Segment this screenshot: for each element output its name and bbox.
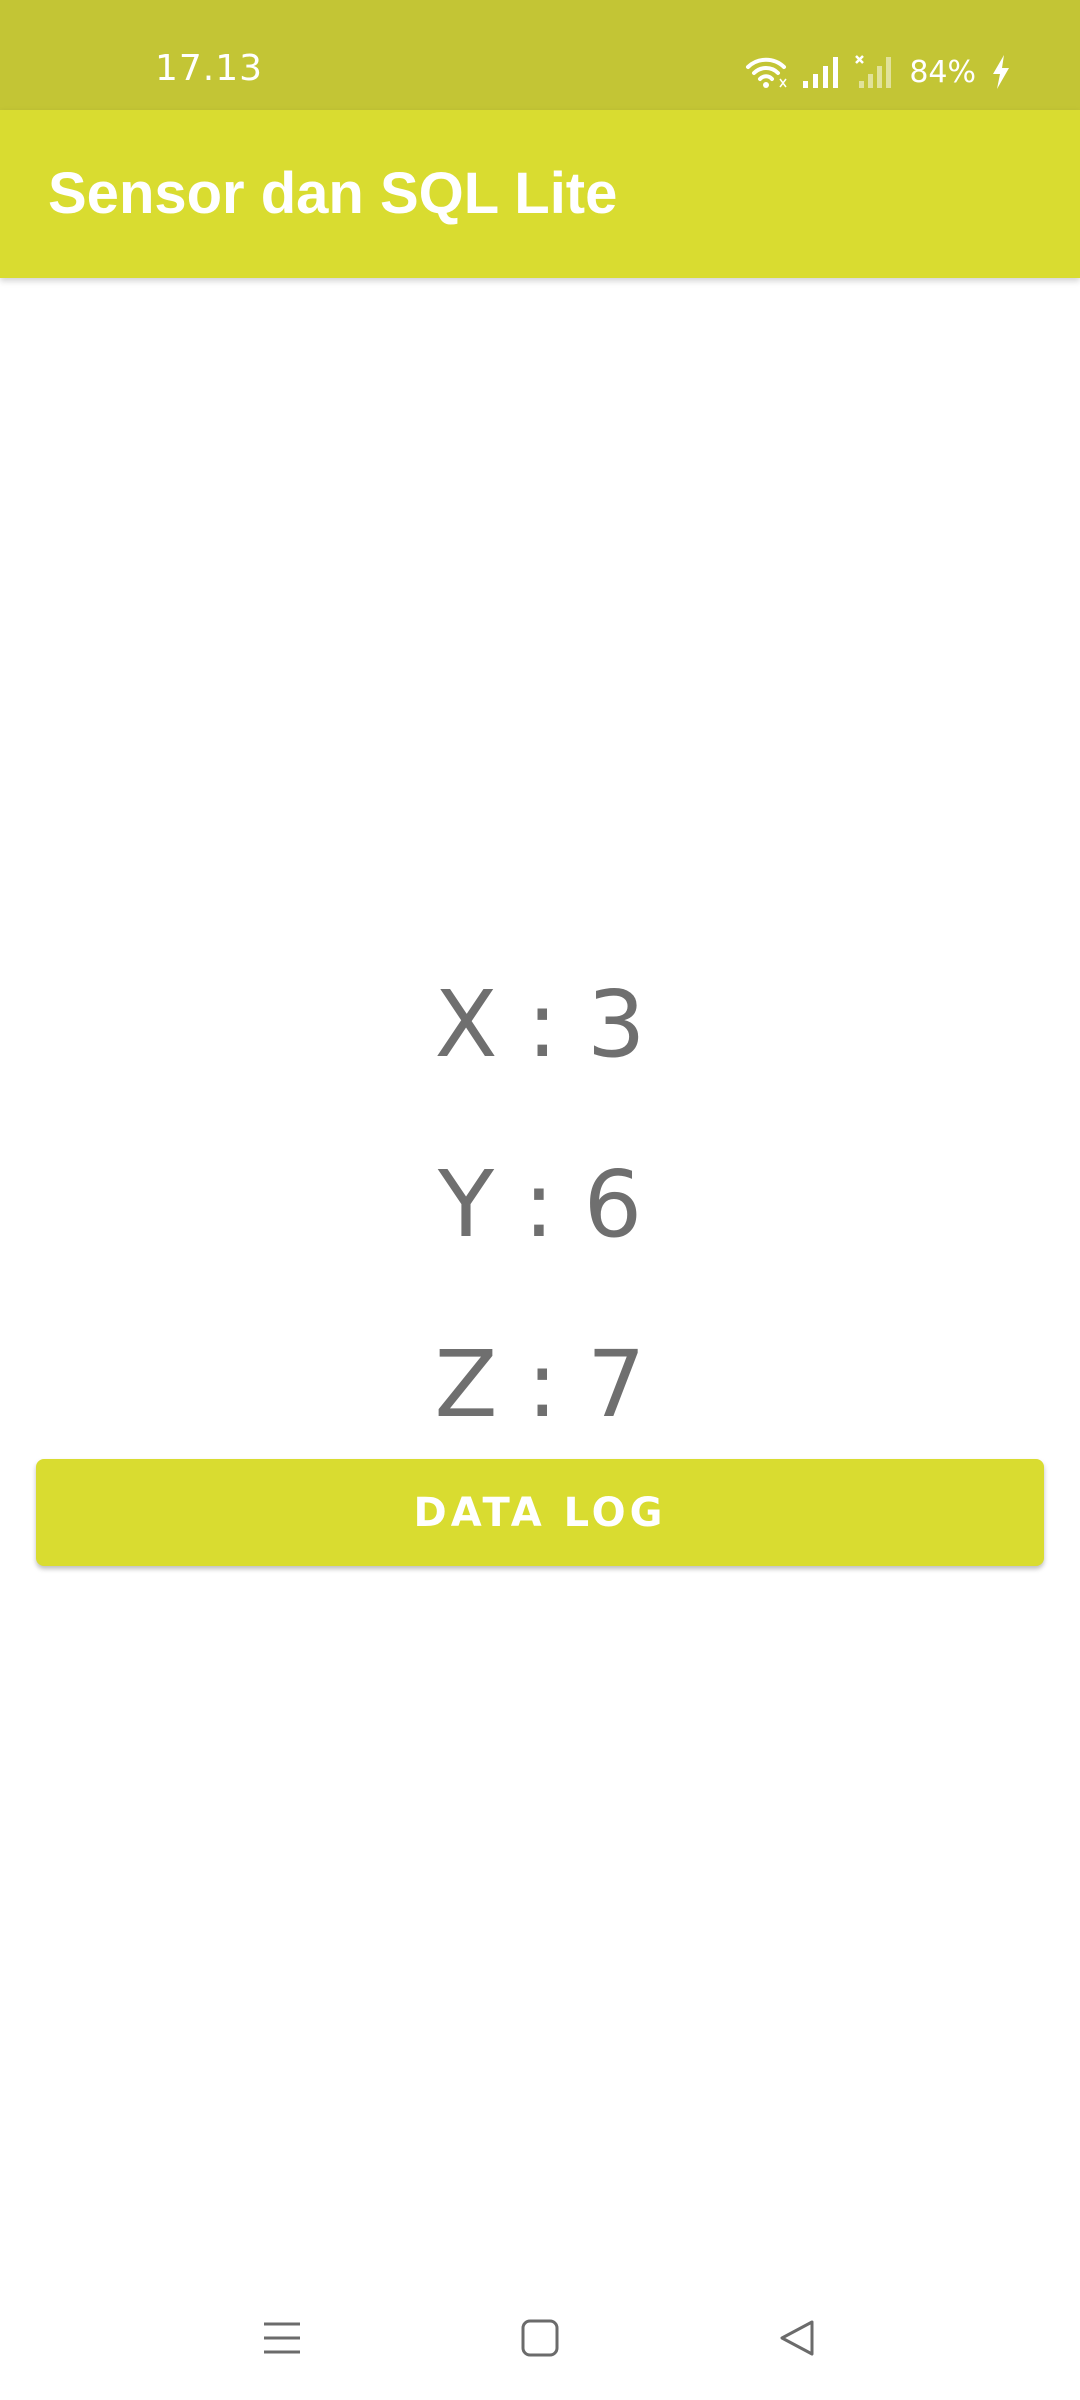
- no-signal-icon: [855, 55, 895, 89]
- reading-y: Y : 6: [437, 1151, 643, 1258]
- navigation-bar: [0, 2280, 1080, 2400]
- home-button[interactable]: [508, 2308, 572, 2372]
- status-icons: 84%: [745, 50, 1012, 94]
- home-icon: [520, 2318, 560, 2363]
- signal-icon: [801, 55, 841, 89]
- battery-percent: 84%: [909, 54, 976, 90]
- status-bar: 17.13 84%: [0, 0, 1080, 110]
- data-log-label: DATA LOG: [413, 1489, 667, 1536]
- data-log-button[interactable]: DATA LOG: [36, 1459, 1044, 1566]
- page-title: Sensor dan SQL Lite: [48, 161, 618, 226]
- sensor-readings: X : 3 Y : 6 Z : 7: [0, 960, 1080, 1500]
- screen: 17.13 84% Sensor dan SQL Lite X: 3 Y: …: [0, 0, 1080, 2400]
- status-time: 17.13: [155, 48, 264, 89]
- menu-icon: [262, 2318, 302, 2363]
- back-icon: [778, 2318, 818, 2363]
- recent-apps-button[interactable]: [250, 2308, 314, 2372]
- back-button[interactable]: [766, 2308, 830, 2372]
- reading-x: X : 3: [434, 971, 646, 1078]
- charging-icon: [990, 54, 1012, 90]
- app-bar: Sensor dan SQL Lite: [0, 110, 1080, 278]
- wifi-icon: [745, 55, 787, 89]
